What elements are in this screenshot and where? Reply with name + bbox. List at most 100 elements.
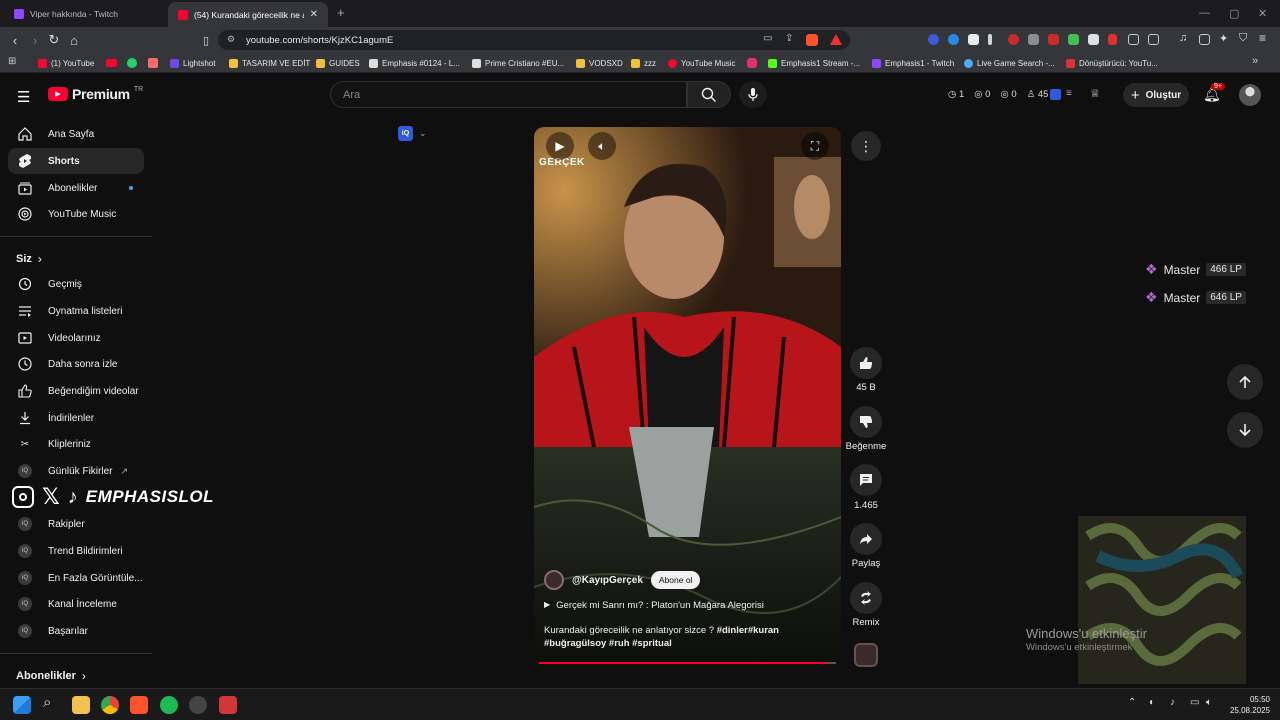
tab-twitch[interactable]: Viper hakkında - Twitch <box>4 0 164 27</box>
sidebar-toggle-icon[interactable] <box>1148 34 1159 45</box>
like-button[interactable] <box>850 347 882 379</box>
home-icon[interactable]: ⌂ <box>65 31 83 49</box>
subscribe-button[interactable]: Abone ol <box>650 571 701 589</box>
bookmark-twitch[interactable]: Emphasis1 - Twitch <box>872 56 954 70</box>
previous-short-button[interactable] <box>1227 364 1263 400</box>
list-icon[interactable]: ≡ <box>1066 88 1072 99</box>
more-bookmarks-icon[interactable]: » <box>1252 55 1258 67</box>
comments-button[interactable] <box>850 464 882 496</box>
brave-rewards-icon[interactable] <box>830 34 842 45</box>
playlist-link[interactable]: ▶ Gerçek mi Sanrı mı? : Platon'un Mağara… <box>544 600 764 611</box>
reload-icon[interactable]: ↻ <box>45 31 63 49</box>
avatar[interactable] <box>1239 84 1261 106</box>
progress-track[interactable] <box>539 662 836 664</box>
brave-shield-icon[interactable] <box>806 34 818 46</box>
vpn-shield-icon[interactable]: ⛉ <box>1239 32 1247 45</box>
bookmark-link[interactable]: Emphasis #0124 - L... <box>369 56 460 70</box>
site-info-icon[interactable]: ⚙ <box>227 34 235 45</box>
file-explorer-icon[interactable] <box>72 696 90 714</box>
extensions-puzzle-icon[interactable] <box>1128 34 1139 45</box>
share-icon[interactable]: ⇪ <box>785 33 793 44</box>
extension-icon[interactable] <box>948 34 959 45</box>
channel-avatar[interactable] <box>544 570 564 590</box>
brave-icon[interactable] <box>130 696 148 714</box>
extension-icon[interactable] <box>1068 34 1079 45</box>
create-button[interactable]: + Oluştur <box>1123 83 1189 107</box>
extension-icon[interactable] <box>1088 34 1099 45</box>
sidebar-item-tool[interactable]: iQ Trend Bildirimleri <box>8 538 144 564</box>
shorts-video-player[interactable]: GERÇEK ▶ 🔈︎ ⛶ @KayıpGerçek Abone ol ▶ Ge… <box>534 127 841 665</box>
sidebar-item-downloads[interactable]: İndirilenler <box>8 405 144 431</box>
remix-button[interactable] <box>850 582 882 614</box>
notifications-button[interactable]: 🔔︎ 9+ <box>1203 83 1225 103</box>
extension-icon[interactable] <box>968 34 979 45</box>
bookmark-youtube[interactable]: (1) YouTube <box>38 56 94 70</box>
eyedropper-icon[interactable] <box>988 34 992 45</box>
bookmark-link[interactable]: Dönüştürücü: YouTu... <box>1066 56 1158 70</box>
fullscreen-button[interactable]: ⛶ <box>801 132 829 160</box>
pin-icon[interactable] <box>1108 34 1117 45</box>
chrome-icon[interactable] <box>101 696 119 714</box>
sidebar-item-tool[interactable]: iQ En Fazla Görüntüle... <box>8 565 144 591</box>
sidebar-item-playlists[interactable]: Oynatma listeleri <box>8 298 144 324</box>
tab-youtube[interactable]: (54) Kurandaki göreceilik ne anl... ✕ <box>168 2 328 27</box>
spotify-icon[interactable] <box>160 696 178 714</box>
sidebar-item-shorts[interactable]: Shorts <box>8 148 144 174</box>
sidebar-item-tool[interactable]: iQ Kanal İnceleme <box>8 591 144 617</box>
sidebar-item-history[interactable]: Geçmiş <box>8 271 144 297</box>
maximize-icon[interactable]: ▢ <box>1229 7 1239 20</box>
system-clock[interactable]: 05:50 25.08.2025 <box>1228 694 1270 716</box>
sidebar-item-tool[interactable]: iQ Günlük Fikirler ↗ <box>8 458 144 484</box>
sidebar-item-home[interactable]: Ana Sayfa <box>8 121 144 147</box>
leo-ai-icon[interactable]: ✦ <box>1219 32 1228 45</box>
dislike-button[interactable] <box>850 406 882 438</box>
hashtag-link[interactable]: #dinler#kuran <box>717 625 779 636</box>
next-short-button[interactable] <box>1227 412 1263 448</box>
windows-start-icon[interactable] <box>13 696 31 714</box>
voice-search-button[interactable] <box>739 81 767 108</box>
sidebar-item-tool[interactable]: iQ Başarılar <box>8 618 144 644</box>
ublock-icon[interactable] <box>1048 34 1059 45</box>
music-note-icon[interactable]: ♫ <box>1179 32 1187 44</box>
share-button[interactable] <box>850 523 882 555</box>
tray-chevron-icon[interactable]: ⌃ <box>1128 697 1136 708</box>
whatsapp-icon[interactable] <box>127 58 137 68</box>
youtube-icon[interactable] <box>106 59 117 67</box>
search-button[interactable] <box>687 81 731 108</box>
bookmark-link[interactable]: Prime Cristiano #EU... <box>472 56 564 70</box>
volume-icon[interactable]: 🔈︎ <box>1206 697 1212 708</box>
forward-icon[interactable]: › <box>26 31 44 49</box>
bookmark-folder[interactable]: VODSXD <box>576 56 623 70</box>
riot-client-icon[interactable] <box>219 696 237 714</box>
sound-thumbnail[interactable] <box>854 643 878 667</box>
instagram-icon[interactable] <box>747 58 757 68</box>
steam-icon[interactable] <box>189 696 207 714</box>
section-header-subscriptions[interactable]: Abonelikler › <box>16 669 86 683</box>
youtube-premium-logo[interactable]: ▶ Premium TR <box>48 86 143 102</box>
vidiq-menu[interactable]: iQ ⌄ <box>398 126 427 141</box>
bookmark-lightshot[interactable]: Lightshot <box>170 56 215 70</box>
search-input[interactable]: Ara <box>330 81 687 108</box>
minimize-icon[interactable]: — <box>1199 7 1210 19</box>
bookmark-folder[interactable]: TASARIM VE EDİT <box>229 56 310 70</box>
extension-icon[interactable] <box>1008 34 1019 45</box>
sidebar-item-clips[interactable]: ✂ Klipleriniz <box>8 431 144 457</box>
cast-icon[interactable]: ▭ <box>763 33 772 44</box>
microphone-icon[interactable]: ♪ <box>1170 697 1175 708</box>
play-button[interactable]: ▶ <box>546 132 574 160</box>
sidebar-item-watch-later[interactable]: Daha sonra izle <box>8 351 144 377</box>
close-window-icon[interactable]: ✕ <box>1258 7 1267 20</box>
extension-icon[interactable] <box>928 34 939 45</box>
close-tab-icon[interactable]: ✕ <box>310 9 318 20</box>
figma-icon[interactable] <box>148 58 158 68</box>
section-header-you[interactable]: Siz › <box>16 252 42 266</box>
back-icon[interactable]: ‹ <box>6 31 24 49</box>
display-icon[interactable]: ▭ <box>1190 697 1199 708</box>
more-options-button[interactable]: ⋮ <box>851 131 881 161</box>
bookmark-icon[interactable]: ▯ <box>197 31 215 49</box>
mute-button[interactable]: 🔈︎ <box>588 132 616 160</box>
bookmark-folder[interactable]: zzz <box>631 56 656 70</box>
trophy-icon[interactable]: ♕ <box>1090 87 1100 100</box>
hamburger-menu-icon[interactable]: ☰ <box>17 88 30 106</box>
bookmark-folder[interactable]: GUIDES <box>316 56 360 70</box>
